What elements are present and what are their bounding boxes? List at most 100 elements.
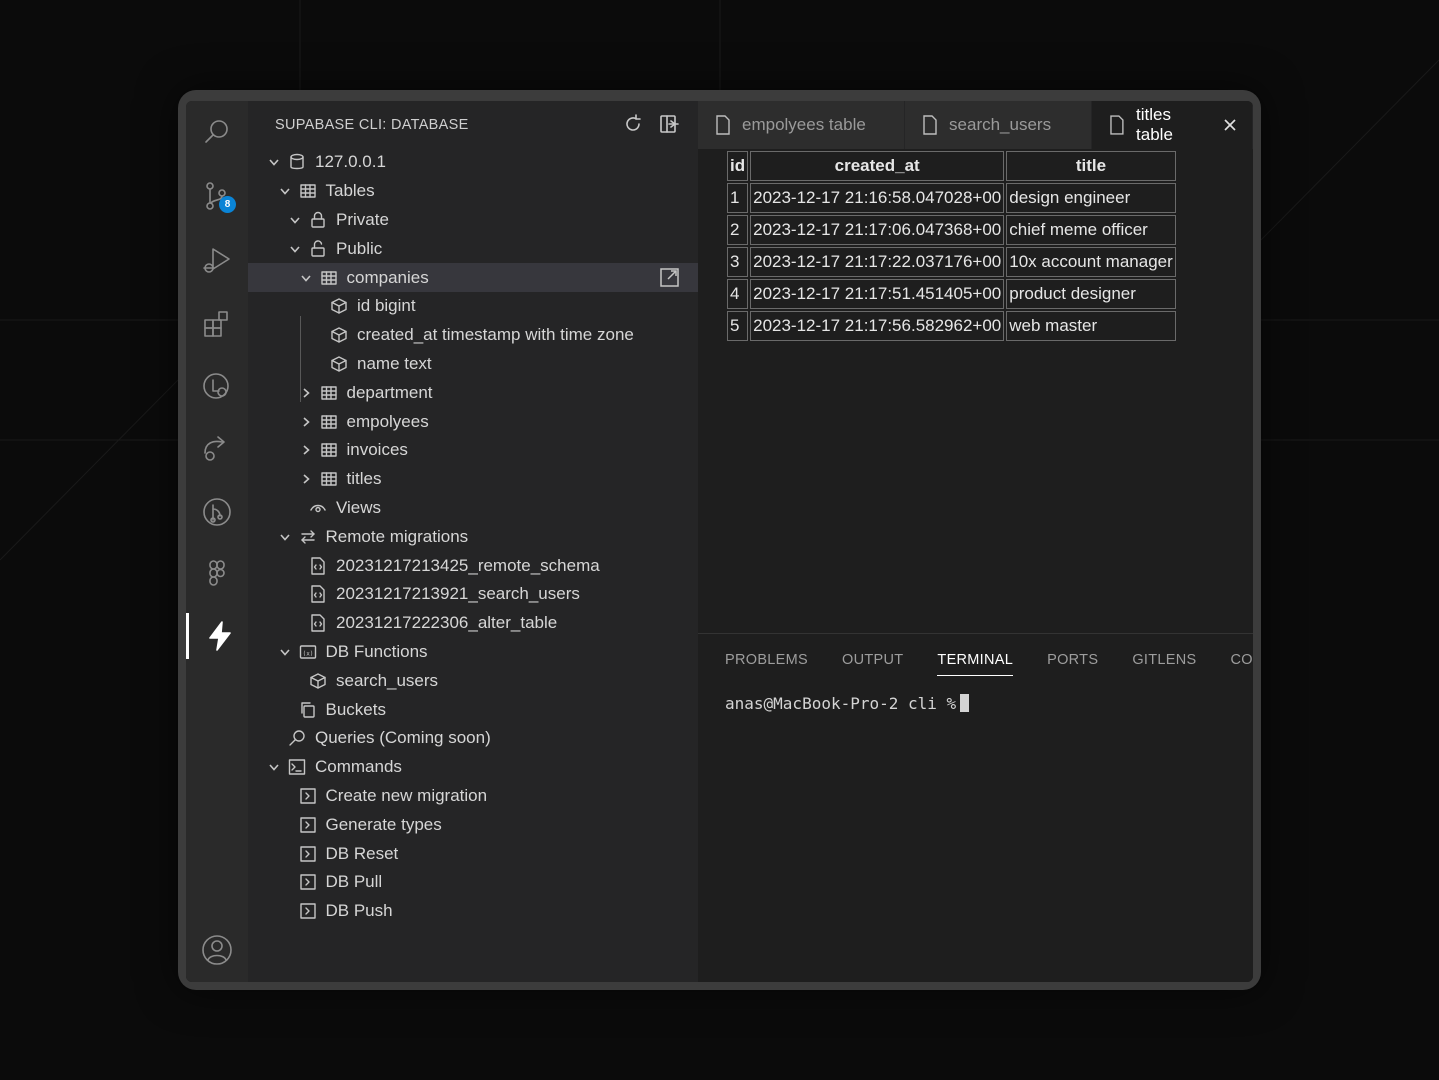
database-tree: 127.0.0.1 Tables Private Public companies id … xyxy=(248,148,698,926)
tree-item[interactable]: Private xyxy=(248,206,698,235)
search-icon xyxy=(286,727,308,749)
tree-item-label: Views xyxy=(336,497,382,517)
terminal[interactable]: anas@MacBook-Pro-2 cli % xyxy=(725,694,970,713)
tree-item[interactable]: 20231217222306_alter_table xyxy=(248,609,698,638)
sql-file-icon xyxy=(307,612,329,634)
tree-item-label: search_users xyxy=(336,670,439,690)
remote-explorer-icon[interactable] xyxy=(186,425,248,471)
table-cell: 2023-12-17 21:17:56.582962+00 xyxy=(750,311,1005,341)
timeline-icon[interactable] xyxy=(186,363,248,409)
tree-item[interactable]: Buckets xyxy=(248,695,698,724)
chevron-right-icon[interactable] xyxy=(296,412,316,432)
tree-item-label: Queries (Coming soon) xyxy=(315,728,491,748)
collapse-all-icon[interactable] xyxy=(658,113,680,140)
table-cell: 2023-12-17 21:16:58.047028+00 xyxy=(750,183,1005,213)
editor-area: empolyees table search_users titles tabl… xyxy=(698,101,1253,633)
file-icon xyxy=(1110,115,1124,135)
database-icon xyxy=(286,151,308,173)
tree-item[interactable]: id bigint xyxy=(248,292,698,321)
table-cell: 2023-12-17 21:17:22.037176+00 xyxy=(750,247,1005,277)
chevron-right-icon[interactable] xyxy=(296,469,316,489)
tree-item[interactable]: Create new migration xyxy=(248,782,698,811)
tree-item[interactable]: Views xyxy=(248,494,698,523)
tree-item[interactable]: 20231217213425_remote_schema xyxy=(248,551,698,580)
table-icon xyxy=(318,382,340,404)
tree-item[interactable]: companies xyxy=(248,263,698,292)
account-icon[interactable] xyxy=(186,927,248,973)
tree-item[interactable]: DB Reset xyxy=(248,839,698,868)
open-table-icon[interactable] xyxy=(659,267,680,293)
chevron-down-icon[interactable] xyxy=(275,642,295,662)
tree-item[interactable]: DB Push xyxy=(248,897,698,926)
chevron-down-icon[interactable] xyxy=(275,181,295,201)
column-header: id xyxy=(727,151,749,181)
panel-tab[interactable]: OUTPUT xyxy=(842,652,903,676)
titles-data-table: id created_at title 1 2023-12-17 21:16:58.0… xyxy=(725,149,1178,343)
tree-item-label: DB Reset xyxy=(325,843,399,863)
tab-titles-table[interactable]: titles table xyxy=(1092,101,1253,149)
tree-item[interactable]: 20231217213921_search_users xyxy=(248,580,698,609)
tree-item[interactable]: titles xyxy=(248,465,698,494)
tree-item-label: Commands xyxy=(315,757,402,777)
figma-icon[interactable] xyxy=(186,551,248,597)
tree-item[interactable]: Remote migrations xyxy=(248,522,698,551)
table-header-row: id created_at title xyxy=(727,151,1176,181)
tree-item[interactable]: created_at timestamp with time zone xyxy=(248,321,698,350)
file-icon xyxy=(716,115,730,135)
chevron-down-icon[interactable] xyxy=(296,268,316,288)
eye-icon xyxy=(307,497,329,519)
chevron-right-icon[interactable] xyxy=(296,440,316,460)
chevron-down-icon[interactable] xyxy=(264,152,284,172)
tree-item[interactable]: (x) DB Functions xyxy=(248,638,698,667)
activity-bar: 8 xyxy=(186,101,249,982)
panel-tab[interactable]: COMMI xyxy=(1230,652,1253,676)
tree-item[interactable]: Commands xyxy=(248,753,698,782)
run-debug-icon[interactable] xyxy=(186,237,248,283)
tree-item[interactable]: Tables xyxy=(248,177,698,206)
table-row: 2 2023-12-17 21:17:06.047368+00 chief meme… xyxy=(727,215,1176,245)
tree-item[interactable]: Public xyxy=(248,234,698,263)
panel-tab[interactable]: PROBLEMS xyxy=(725,652,808,676)
tree-item-label: Buckets xyxy=(325,699,386,719)
command-icon xyxy=(297,871,319,893)
refresh-icon[interactable] xyxy=(622,113,644,140)
panel-tab[interactable]: GITLENS xyxy=(1132,652,1196,676)
chevron-down-icon[interactable] xyxy=(264,757,284,777)
tree-item[interactable]: 127.0.0.1 xyxy=(248,148,698,177)
app-window: 8 SUPABASE CLI: DATABASE 127.0.0.1 Table… xyxy=(178,90,1261,990)
tree-item[interactable]: name text xyxy=(248,350,698,379)
close-icon[interactable] xyxy=(1222,117,1238,133)
source-control-icon[interactable]: 8 xyxy=(186,173,248,219)
supabase-icon[interactable] xyxy=(186,613,251,659)
tree-item[interactable]: DB Pull xyxy=(248,868,698,897)
tree-item[interactable]: department xyxy=(248,378,698,407)
function-icon: (x) xyxy=(297,641,319,663)
tab-label: empolyees table xyxy=(742,115,866,134)
git-graph-icon[interactable] xyxy=(186,489,248,535)
table-cell: chief meme officer xyxy=(1006,215,1176,245)
chevron-down-icon[interactable] xyxy=(285,239,305,259)
table-cell: 10x account manager xyxy=(1006,247,1176,277)
extensions-icon[interactable] xyxy=(186,301,248,347)
chevron-down-icon[interactable] xyxy=(285,210,305,230)
chevron-right-icon[interactable] xyxy=(296,383,316,403)
chevron-down-icon[interactable] xyxy=(275,527,295,547)
tree-item[interactable]: Queries (Coming soon) xyxy=(248,724,698,753)
tab-empolyees-table[interactable]: empolyees table xyxy=(698,101,906,149)
tree-item-label: Generate types xyxy=(325,814,442,834)
tree-item[interactable]: Generate types xyxy=(248,810,698,839)
table-cell: web master xyxy=(1006,311,1176,341)
copy-icon xyxy=(297,699,319,721)
tab-search-users[interactable]: search_users xyxy=(905,101,1093,149)
tree-item[interactable]: empolyees xyxy=(248,407,698,436)
search-icon[interactable] xyxy=(186,109,248,155)
panel-tab[interactable]: PORTS xyxy=(1047,652,1098,676)
tree-item-label: created_at timestamp with time zone xyxy=(357,325,634,345)
tree-item[interactable]: search_users xyxy=(248,666,698,695)
panel-tab[interactable]: TERMINAL xyxy=(937,652,1014,676)
tree-item[interactable]: invoices xyxy=(248,436,698,465)
